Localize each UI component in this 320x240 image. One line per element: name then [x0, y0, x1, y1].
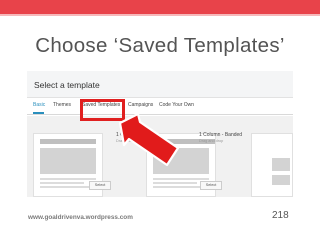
footer-url[interactable]: www.goaldrivenva.wordpress.com: [28, 214, 133, 221]
page-number: 218: [272, 210, 289, 221]
red-arrow-icon: [118, 112, 180, 167]
